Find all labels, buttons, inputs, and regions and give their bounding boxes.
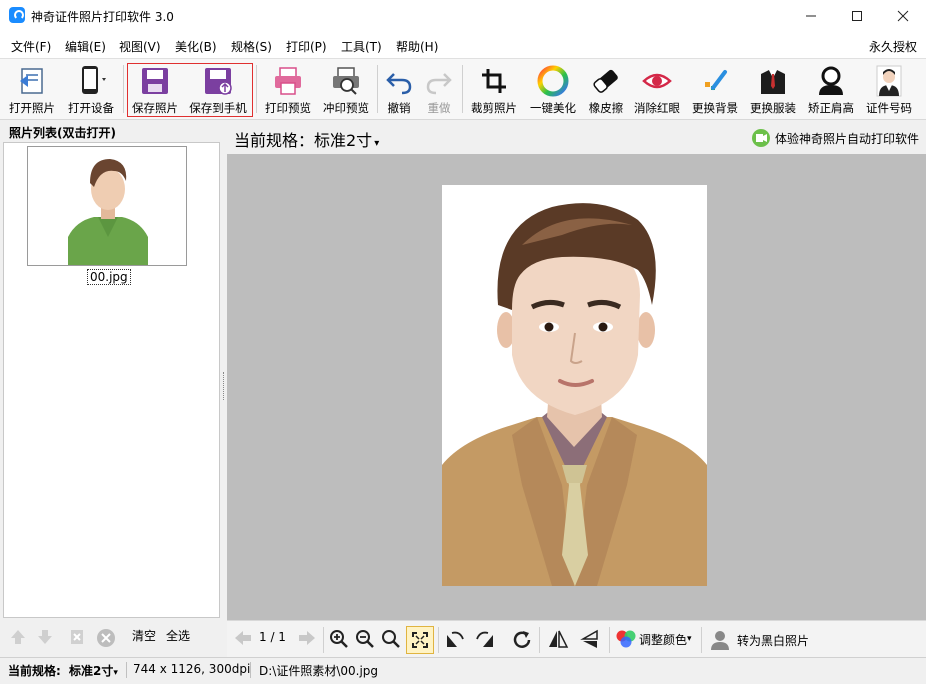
promo-link[interactable]: 体验神奇照片自动打印软件: [751, 128, 919, 148]
refresh-icon[interactable]: [511, 629, 533, 651]
eraser-button[interactable]: 橡皮擦: [583, 59, 629, 117]
crop-button[interactable]: 裁剪照片: [466, 59, 522, 117]
menu-spec[interactable]: 规格(S): [231, 38, 272, 55]
move-up-icon[interactable]: [9, 628, 27, 646]
shoulder-icon: [813, 63, 849, 99]
redo-icon: [421, 63, 457, 99]
menu-view[interactable]: 视图(V): [119, 38, 161, 55]
status-spec-dropdown[interactable]: 标准2寸▾: [69, 662, 118, 679]
to-black-white-button[interactable]: 转为黑白照片: [709, 629, 809, 651]
color-circles-icon: [616, 630, 636, 648]
canvas-toolbar: 1 / 1 调整颜色 ▾ 转为黑白照片: [227, 620, 926, 658]
photo-thumbnail[interactable]: [27, 146, 187, 266]
change-clothes-button[interactable]: 更换服装: [745, 59, 801, 117]
redo-button[interactable]: 重做: [421, 59, 457, 117]
remove-red-eye-button[interactable]: 消除红眼: [629, 59, 685, 117]
background-icon: [697, 63, 733, 99]
move-down-icon[interactable]: [36, 628, 54, 646]
open-photo-button[interactable]: 打开照片: [4, 59, 60, 117]
main-header: 当前规格：标准2寸 ▾ 体验神奇照片自动打印软件: [227, 120, 926, 154]
status-dimensions: 744 x 1126, 300dpi: [133, 662, 251, 676]
rotate-left-icon[interactable]: [444, 629, 466, 649]
photo-print-preview-button[interactable]: 冲印预览: [318, 59, 374, 117]
menu-print[interactable]: 打印(P): [286, 38, 327, 55]
zoom-actual-icon[interactable]: [381, 629, 401, 649]
license-label: 永久授权: [869, 40, 918, 54]
undo-button[interactable]: 撤销: [381, 59, 417, 117]
id-photo: [442, 185, 707, 586]
close-button[interactable]: [880, 0, 926, 32]
zoom-out-icon[interactable]: [355, 629, 375, 649]
promo-icon: [751, 129, 770, 147]
menu-help[interactable]: 帮助(H): [396, 38, 438, 55]
photo-list-title: 照片列表(双击打开): [9, 126, 116, 140]
photo-list-panel: 照片列表(双击打开) 00.jpg 清空 全选: [0, 120, 222, 657]
clear-button[interactable]: 清空: [132, 627, 156, 644]
menu-beautify[interactable]: 美化(B): [175, 38, 217, 55]
suit-icon: [755, 63, 791, 99]
prev-page-icon[interactable]: [233, 629, 253, 647]
adjust-color-button[interactable]: 调整颜色 ▾: [615, 629, 692, 649]
panel-splitter[interactable]: [222, 120, 226, 657]
app-icon: [9, 7, 25, 23]
eraser-icon: [588, 63, 624, 99]
undo-icon: [381, 63, 417, 99]
photo-canvas[interactable]: [227, 154, 926, 620]
remove-photo-icon[interactable]: [68, 628, 86, 646]
menu-bar: 文件(F) 编辑(E) 视图(V) 美化(B) 规格(S) 打印(P) 工具(T…: [0, 32, 926, 59]
next-page-icon[interactable]: [297, 629, 317, 647]
crop-icon: [476, 63, 512, 99]
phone-device-icon: [73, 63, 109, 99]
status-bar: 当前规格: 标准2寸▾ 744 x 1126, 300dpi D:\证件照素材\…: [0, 657, 926, 684]
zoom-in-icon[interactable]: [329, 629, 349, 649]
menu-file[interactable]: 文件(F): [11, 38, 51, 55]
main-area: 当前规格：标准2寸 ▾ 体验神奇照片自动打印软件 1 / 1 调整颜色 ▾ 转为…: [227, 120, 926, 658]
open-photo-icon: [14, 63, 50, 99]
open-device-button[interactable]: 打开设备: [62, 59, 120, 117]
photo-filename: 00.jpg: [87, 269, 131, 285]
maximize-button[interactable]: [834, 0, 880, 32]
menu-edit[interactable]: 编辑(E): [65, 38, 106, 55]
photo-list[interactable]: 00.jpg: [3, 142, 220, 618]
id-photo-icon: [871, 63, 907, 99]
window-title: 神奇证件照片打印软件 3.0: [31, 10, 174, 24]
current-spec-dropdown[interactable]: 当前规格：标准2寸 ▾: [234, 127, 379, 151]
correct-shoulder-button[interactable]: 矫正肩高: [803, 59, 859, 117]
beautify-icon: [535, 63, 571, 99]
menu-tools[interactable]: 工具(T): [341, 38, 382, 55]
person-icon: [711, 631, 729, 650]
status-file-path: D:\证件照素材\00.jpg: [259, 664, 379, 678]
rotate-right-icon[interactable]: [474, 629, 496, 649]
print-preview-icon: [328, 63, 364, 99]
beautify-button[interactable]: 一键美化: [525, 59, 581, 117]
photo-list-toolbar: 清空 全选: [0, 620, 222, 650]
save-buttons-highlight: [127, 63, 253, 117]
fit-window-icon[interactable]: [406, 626, 434, 654]
change-background-button[interactable]: 更换背景: [687, 59, 743, 117]
page-indicator: 1 / 1: [259, 630, 286, 644]
title-bar: 神奇证件照片打印软件 3.0: [0, 0, 926, 32]
eye-icon: [639, 63, 675, 99]
id-number-button[interactable]: 证件号码: [861, 59, 917, 117]
flip-vertical-icon[interactable]: [579, 629, 601, 649]
select-all-button[interactable]: 全选: [166, 627, 190, 644]
printer-icon: [270, 63, 306, 99]
delete-circle-icon[interactable]: [96, 628, 116, 648]
print-preview-button[interactable]: 打印预览: [260, 59, 316, 117]
status-spec-label: 当前规格:: [8, 664, 61, 678]
flip-horizontal-icon[interactable]: [547, 629, 569, 649]
minimize-button[interactable]: [788, 0, 834, 32]
